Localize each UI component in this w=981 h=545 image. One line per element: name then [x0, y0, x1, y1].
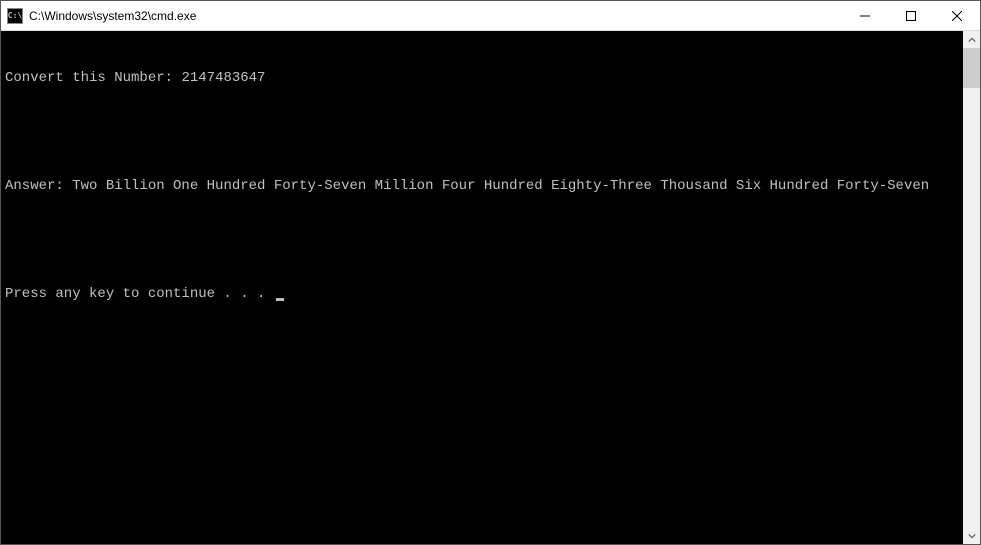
minimize-icon: [860, 11, 870, 21]
console-line-blank2: [5, 231, 959, 249]
prompt-label: Convert this Number:: [5, 70, 181, 86]
scroll-up-button[interactable]: [963, 31, 980, 48]
input-number: 2147483647: [181, 70, 265, 86]
console-line-input: Convert this Number: 2147483647: [5, 69, 959, 87]
continue-text: Press any key to continue . . .: [5, 286, 274, 302]
console-line-continue: Press any key to continue . . .: [5, 285, 959, 303]
vertical-scrollbar[interactable]: [963, 31, 980, 544]
maximize-button[interactable]: [888, 1, 934, 30]
titlebar-left: C:\ C:\Windows\system32\cmd.exe: [1, 8, 196, 24]
console-line-answer: Answer: Two Billion One Hundred Forty-Se…: [5, 177, 959, 195]
console-content[interactable]: Convert this Number: 2147483647 Answer: …: [1, 31, 963, 544]
console-line-blank: [5, 123, 959, 141]
console-body: Convert this Number: 2147483647 Answer: …: [1, 31, 980, 544]
cmd-icon: C:\: [7, 8, 23, 24]
window-title: C:\Windows\system32\cmd.exe: [29, 9, 196, 23]
scroll-track[interactable]: [963, 48, 980, 527]
maximize-icon: [906, 11, 916, 21]
cmd-window: C:\ C:\Windows\system32\cmd.exe Convert …: [0, 0, 981, 545]
close-icon: [952, 11, 962, 21]
answer-text: Two Billion One Hundred Forty-Seven Mill…: [72, 178, 929, 194]
minimize-button[interactable]: [842, 1, 888, 30]
close-button[interactable]: [934, 1, 980, 30]
chevron-up-icon: [968, 36, 976, 44]
cursor-icon: [276, 298, 284, 301]
window-controls: [842, 1, 980, 30]
chevron-down-icon: [968, 532, 976, 540]
titlebar[interactable]: C:\ C:\Windows\system32\cmd.exe: [1, 1, 980, 31]
scroll-thumb[interactable]: [963, 48, 980, 88]
answer-label: Answer:: [5, 178, 72, 194]
scroll-down-button[interactable]: [963, 527, 980, 544]
cmd-icon-glyph: C:\: [8, 12, 22, 20]
